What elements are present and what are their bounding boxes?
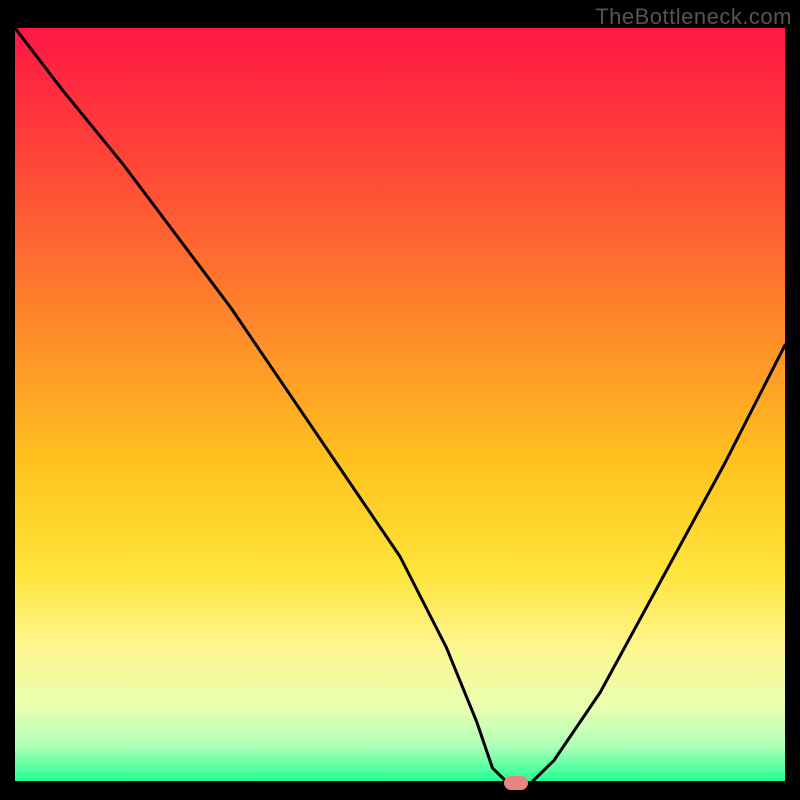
chart-container: TheBottleneck.com bbox=[0, 0, 800, 800]
chart-background bbox=[15, 28, 785, 783]
bottleneck-chart bbox=[15, 28, 785, 783]
chart-svg bbox=[15, 28, 785, 783]
watermark-text: TheBottleneck.com bbox=[595, 4, 792, 30]
optimal-marker bbox=[504, 776, 528, 790]
